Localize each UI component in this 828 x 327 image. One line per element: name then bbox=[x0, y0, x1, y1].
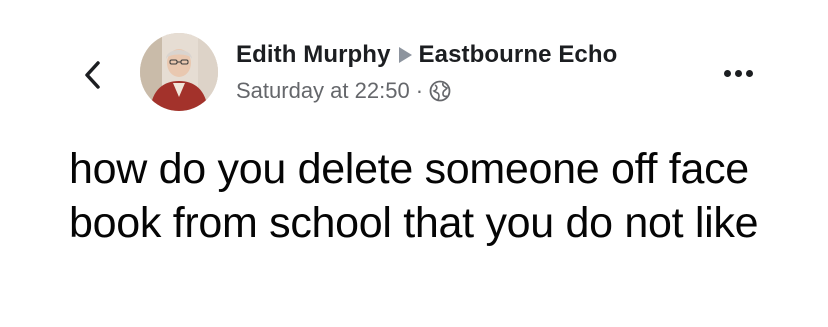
avatar-photo bbox=[140, 33, 218, 111]
meta-separator: · bbox=[415, 78, 424, 103]
chevron-left-icon bbox=[85, 61, 100, 89]
post-meta: Saturday at 22:50 · bbox=[236, 76, 451, 106]
post-body-text: how do you delete someone off face book … bbox=[69, 145, 759, 247]
more-options-button[interactable] bbox=[716, 60, 760, 86]
group-name-link[interactable]: Eastbourne Echo bbox=[419, 41, 618, 69]
post-header-names: Edith Murphy Eastbourne Echo bbox=[236, 38, 617, 72]
globe-icon bbox=[429, 80, 451, 102]
back-button[interactable] bbox=[78, 58, 106, 92]
more-dots-icon bbox=[723, 69, 731, 77]
more-dots-icon bbox=[745, 69, 753, 77]
triangle-right-icon bbox=[398, 47, 412, 63]
post-timestamp[interactable]: Saturday at 22:50 bbox=[236, 78, 410, 104]
avatar[interactable] bbox=[140, 33, 218, 111]
more-dots-icon bbox=[734, 69, 742, 77]
author-name-link[interactable]: Edith Murphy bbox=[236, 41, 391, 69]
